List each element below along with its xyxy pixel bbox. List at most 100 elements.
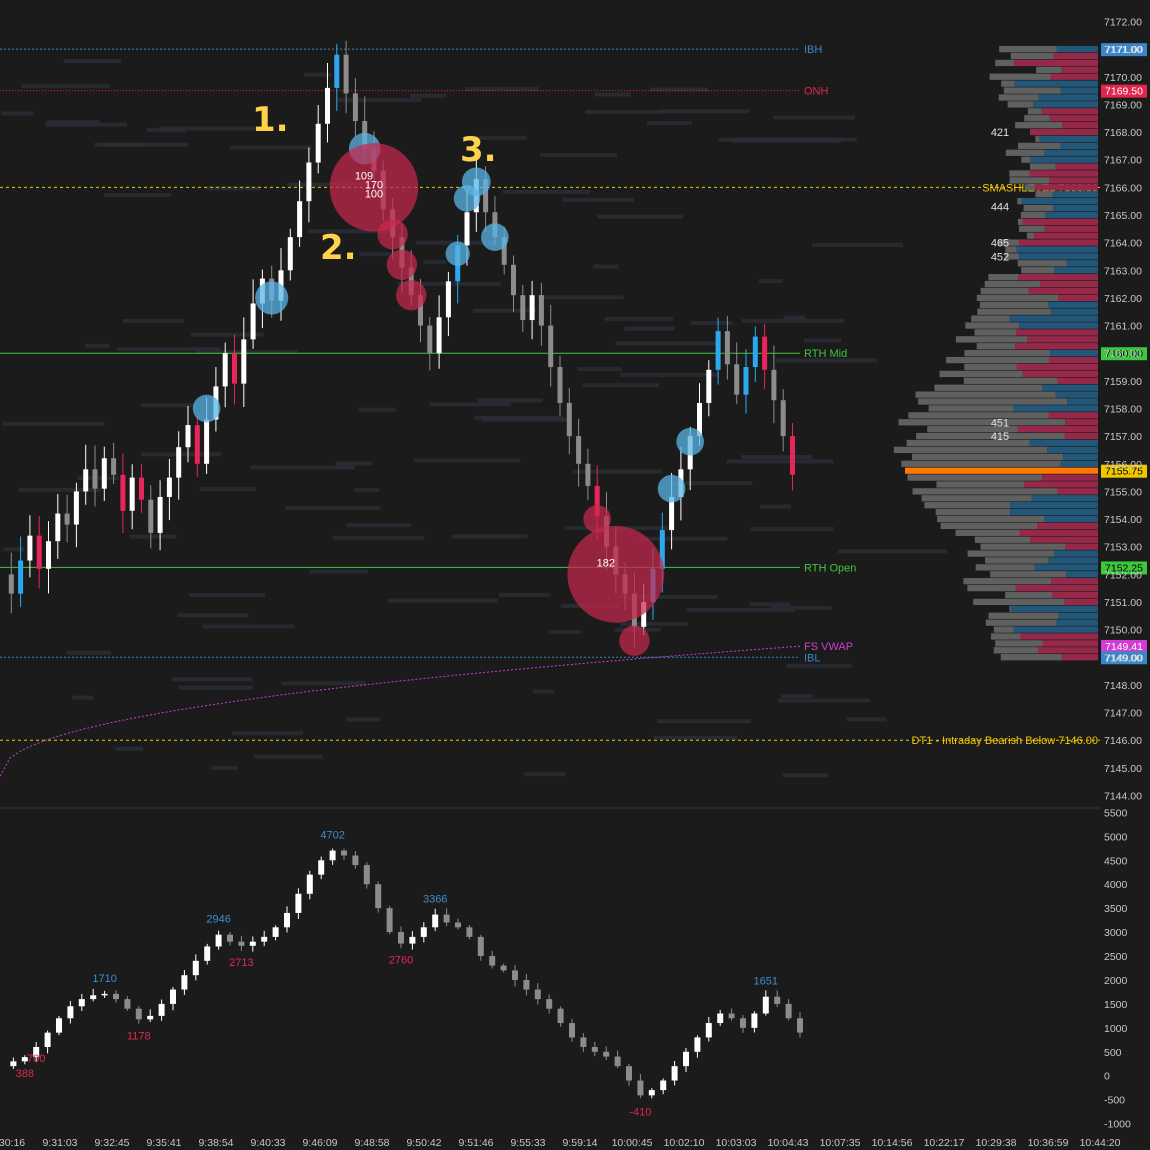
price-axis-tick: 7171.00 [1104,44,1142,56]
profile-bar-delta [1048,557,1098,564]
delta-candle [512,970,518,980]
price-axis-tick: 7167.00 [1104,155,1142,167]
depth-streak [673,481,753,486]
profile-bar-delta [1028,287,1098,295]
profile-bar-delta [1037,522,1098,530]
profile-bar-delta [1033,101,1098,108]
depth-streak [472,308,536,313]
time-axis-tick: 10:07:35 [820,1137,861,1149]
depth-streak [624,326,675,331]
profile-bar-delta [1065,419,1098,426]
depth-streak [140,403,198,408]
delta-candle [728,1013,735,1019]
price-candle [334,54,340,88]
delta-candle [477,936,484,957]
price-candle [520,295,526,321]
profile-bar [990,633,1021,640]
depth-streak [337,98,421,103]
depth-streak [429,402,512,407]
depth-streak [741,318,845,323]
profile-bar [955,336,1028,343]
delta-candle [569,1023,575,1038]
profile-bar-delta [1022,370,1098,378]
depth-streak [760,504,791,509]
delta-candle [534,989,541,1000]
profile-bar-delta [1024,481,1098,488]
profile-bar [928,405,1014,412]
depth-streak [741,454,812,459]
profile-bar-delta [1048,356,1098,364]
delta-candle [705,1023,712,1038]
depth-streak [44,122,128,127]
price-candle [120,474,126,511]
price-axis-tick: 7160.00 [1104,348,1142,360]
price-candle [752,336,758,368]
profile-bar-delta [1042,474,1098,481]
profile-bar-delta [1015,343,1098,350]
profile-bar-delta [1013,626,1098,633]
profile-bar-delta [1047,446,1098,454]
profile-bar-delta [1064,598,1098,606]
time-axis-tick: 10:22:17 [924,1137,965,1149]
profile-bar [967,584,1016,592]
profile-bar-delta [1034,564,1098,571]
profile-bar [924,502,1011,509]
delta-candle [785,1003,792,1019]
delta-candle [227,934,233,942]
delta-candle [648,1090,655,1096]
depth-streak [129,534,177,539]
depth-streak [803,338,842,343]
profile-bar [907,474,1043,481]
price-axis-tick: 7156.00 [1104,459,1142,471]
profile-bar [901,460,1061,467]
profile-bar-delta [1066,260,1098,267]
red-bubble [567,525,665,623]
depth-streak [837,549,948,554]
delta-candle [352,855,359,866]
blue-bubble [453,185,481,212]
annotation-3: 3. [460,130,497,170]
profile-bar-delta [1016,246,1098,253]
profile-bar-delta [1051,578,1098,585]
delta-axis-tick: -500 [1104,1095,1125,1107]
depth-streak [18,487,101,492]
delta-candle [455,922,461,928]
delta-candle [363,865,370,885]
profile-bar-delta [1010,502,1098,509]
price-axis-tick: 7149.00 [1104,652,1142,664]
price-axis-tick: 7168.00 [1104,127,1142,139]
delta-candle [466,927,473,937]
delta-candle [113,993,119,1000]
price-axis-tick: 7166.00 [1104,182,1142,194]
vwap-line [0,645,801,777]
profile-bar-delta [1066,571,1098,578]
annotation-2: 2. [320,228,357,268]
delta-candle [637,1080,644,1096]
profile-bar-delta [1030,536,1098,543]
trading-chart: IBH7171.00ONH7169.50SMASHLEVEL 7166.00RT… [0,0,1150,1150]
profile-bar [975,564,1035,571]
profile-bar [980,287,1029,295]
price-candle [780,400,786,437]
delta-candle [318,860,325,875]
depth-streak [465,87,539,92]
delta-candle [124,999,131,1009]
delta-annotation-5: 2760 [389,955,413,967]
depth-streak [254,754,323,759]
delta-annotation-8: 388 [16,1068,34,1080]
level-label-6: IBL [804,652,821,664]
profile-bar-delta [1065,543,1098,550]
chart-canvas[interactable]: IBH7171.00ONH7169.50SMASHLEVEL 7166.00RT… [0,0,1150,1150]
delta-candle [135,1008,142,1020]
profile-bar [940,522,1038,530]
profile-bar [1009,170,1030,177]
delta-candle [694,1037,701,1052]
price-candle [548,325,554,368]
level-label-0: IBH [804,44,822,56]
price-axis-tick: 7158.00 [1104,404,1142,416]
profile-bar [999,45,1057,53]
price-candle [83,469,89,492]
depth-streak [532,689,555,694]
profile-bar-delta [1050,308,1098,315]
profile-bar-delta [1029,170,1098,177]
